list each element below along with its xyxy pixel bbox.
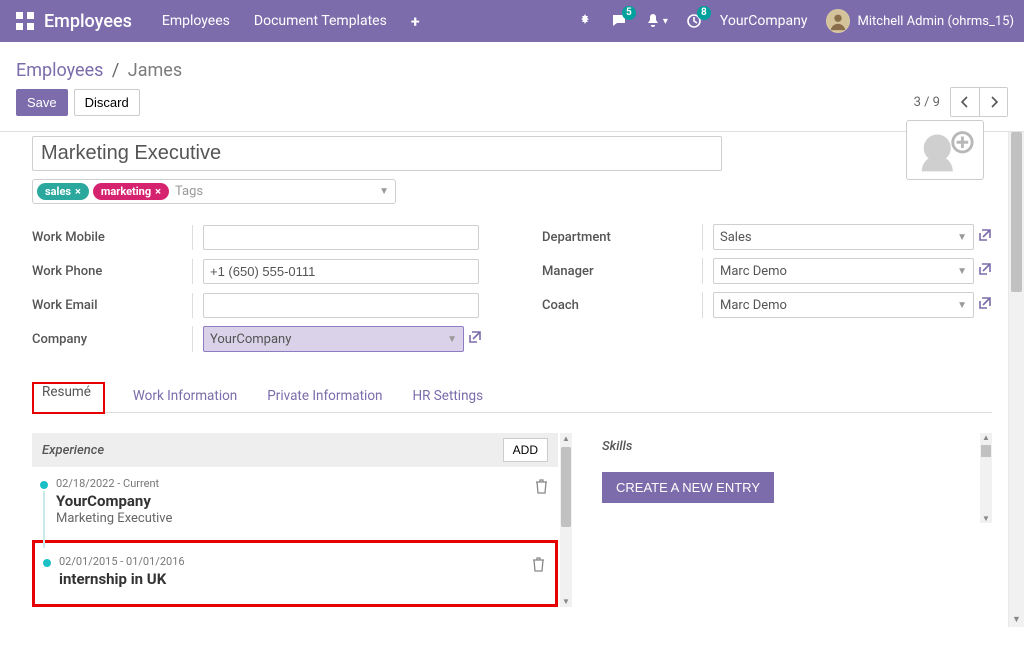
input-work-phone[interactable] — [203, 259, 479, 284]
external-link-icon[interactable] — [978, 296, 992, 314]
label-work-email: Work Email — [32, 298, 182, 313]
tags-placeholder: Tags — [175, 184, 391, 199]
skills-column: ▲▼ Skills CREATE A NEW ENTRY — [602, 433, 992, 607]
app-brand[interactable]: Employees — [44, 11, 132, 32]
trash-icon[interactable] — [535, 479, 548, 498]
nav-doc-templates[interactable]: Document Templates — [254, 13, 387, 29]
input-work-email[interactable] — [203, 293, 479, 318]
label-department: Department — [542, 230, 692, 245]
tags-field[interactable]: sales× marketing× Tags ▼ — [32, 179, 396, 204]
form-sheet-wrap: ▼ sales× marketing× Tags ▼ Work Mobile D… — [0, 132, 1024, 627]
trash-icon[interactable] — [532, 557, 545, 576]
select-coach[interactable]: Marc Demo▼ — [713, 292, 974, 318]
entry-dates: 02/18/2022 - Current — [56, 477, 548, 490]
caret-down-icon: ▼ — [957, 300, 967, 311]
tag-sales: sales× — [37, 183, 89, 200]
pager-prev[interactable] — [951, 88, 979, 116]
bell-icon[interactable]: ▾ — [645, 13, 668, 29]
skills-heading: Skills — [602, 433, 974, 472]
tab-private-information[interactable]: Private Information — [265, 382, 384, 412]
bug-icon[interactable] — [577, 13, 593, 29]
experience-header: Experience ADD — [32, 433, 558, 467]
experience-column: ▲▼ Experience ADD 02/18/2022 - Current Y… — [32, 433, 572, 607]
tag-remove-icon[interactable]: × — [155, 185, 161, 198]
pager-next[interactable] — [979, 88, 1007, 116]
user-name: Mitchell Admin (ohrms_15) — [858, 14, 1015, 29]
external-link-icon[interactable] — [468, 330, 482, 348]
timeline-dot-icon — [43, 559, 51, 567]
form-sheet: sales× marketing× Tags ▼ Work Mobile Dep… — [0, 132, 1024, 627]
input-work-mobile[interactable] — [203, 225, 479, 250]
timeline-dot-icon — [40, 481, 48, 489]
skills-scrollbar[interactable]: ▲▼ — [980, 433, 992, 523]
apps-icon[interactable] — [16, 12, 34, 30]
experience-entry[interactable]: 02/01/2015 - 01/01/2016 internship in UK — [35, 545, 555, 598]
label-coach: Coach — [542, 298, 692, 313]
top-navbar: Employees Employees Document Templates +… — [0, 0, 1024, 42]
highlight-entry: 02/01/2015 - 01/01/2016 internship in UK — [32, 540, 558, 607]
tag-marketing: marketing× — [93, 183, 169, 200]
external-link-icon[interactable] — [978, 228, 992, 246]
tag-remove-icon[interactable]: × — [75, 185, 81, 198]
select-manager[interactable]: Marc Demo▼ — [713, 258, 974, 284]
entry-title: internship in UK — [59, 570, 545, 588]
entry-title: YourCompany — [56, 492, 548, 510]
select-company[interactable]: YourCompany▼ — [203, 326, 464, 352]
caret-down-icon: ▼ — [379, 186, 389, 197]
avatar — [826, 9, 850, 33]
label-work-phone: Work Phone — [32, 264, 182, 279]
breadcrumb: Employees / James — [16, 60, 182, 81]
add-experience-button[interactable]: ADD — [503, 438, 548, 462]
create-skill-button[interactable]: CREATE A NEW ENTRY — [602, 472, 774, 503]
tab-work-information[interactable]: Work Information — [131, 382, 239, 412]
label-company: Company — [32, 332, 182, 347]
entry-dates: 02/01/2015 - 01/01/2016 — [59, 555, 545, 568]
caret-down-icon: ▼ — [447, 334, 457, 345]
company-switcher[interactable]: YourCompany — [720, 13, 808, 29]
select-department[interactable]: Sales▼ — [713, 224, 974, 250]
action-row: Save Discard 3 / 9 — [0, 87, 1024, 131]
tab-resume[interactable]: Resumé — [40, 378, 93, 408]
pager-text: 3 / 9 — [914, 95, 940, 110]
entry-subtitle: Marketing Executive — [56, 511, 548, 526]
messages-badge: 5 — [622, 6, 636, 20]
pager: 3 / 9 — [914, 87, 1008, 117]
experience-scrollbar[interactable]: ▲▼ — [560, 433, 572, 607]
breadcrumb-root[interactable]: Employees — [16, 60, 103, 81]
label-work-mobile: Work Mobile — [32, 230, 182, 245]
nav-plus-icon[interactable]: + — [411, 12, 420, 31]
caret-down-icon: ▼ — [957, 232, 967, 243]
activities-icon[interactable]: 8 — [686, 13, 702, 29]
user-menu[interactable]: Mitchell Admin (ohrms_15) — [826, 9, 1015, 33]
save-button[interactable]: Save — [16, 89, 68, 116]
tabs-bar: Resumé Work Information Private Informat… — [32, 382, 992, 413]
tab-hr-settings[interactable]: HR Settings — [410, 382, 485, 412]
activities-badge: 8 — [697, 6, 711, 20]
label-manager: Manager — [542, 264, 692, 279]
messages-icon[interactable]: 5 — [611, 13, 627, 29]
breadcrumb-current: James — [128, 60, 182, 81]
employee-image-placeholder[interactable] — [906, 120, 984, 180]
external-link-icon[interactable] — [978, 262, 992, 280]
breadcrumb-sep: / — [112, 60, 119, 81]
experience-entry[interactable]: 02/18/2022 - Current YourCompany Marketi… — [32, 467, 558, 536]
control-panel: Employees / James — [0, 42, 1024, 87]
job-title-input[interactable] — [32, 136, 722, 171]
nav-employees[interactable]: Employees — [162, 13, 230, 29]
caret-down-icon: ▼ — [957, 266, 967, 277]
discard-button[interactable]: Discard — [74, 89, 140, 116]
highlight-resume-tab: Resumé — [32, 382, 105, 414]
